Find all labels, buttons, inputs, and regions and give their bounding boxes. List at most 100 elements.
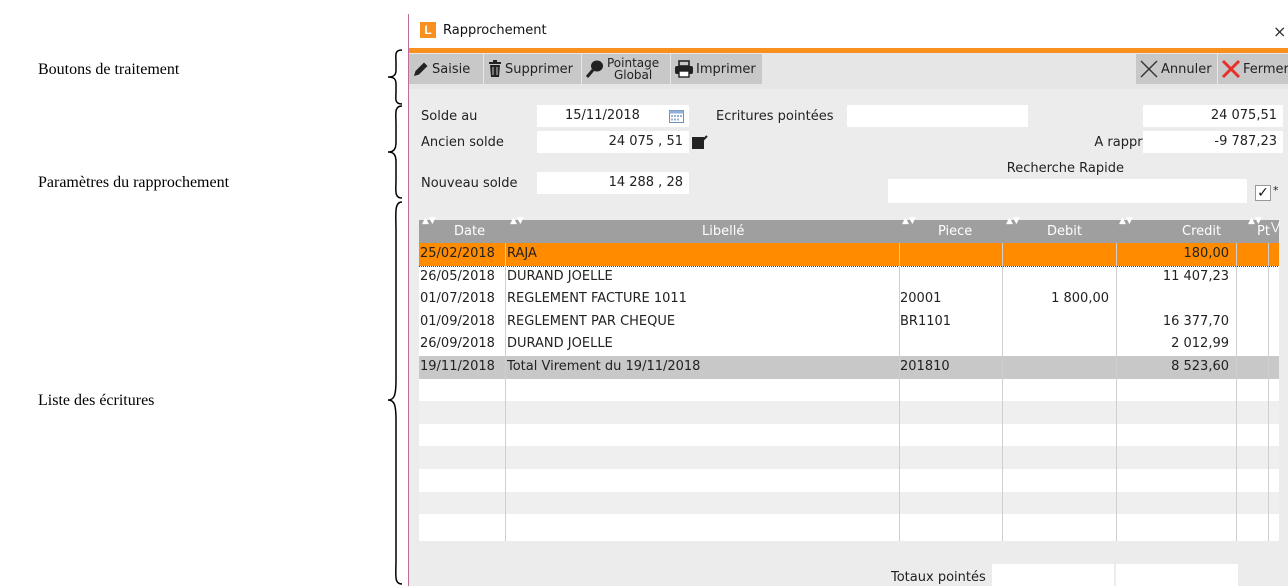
edit-icon[interactable]: [692, 135, 708, 149]
brace-list: [387, 201, 403, 585]
table-row[interactable]: [419, 378, 1279, 402]
table-row[interactable]: [419, 401, 1279, 424]
column-date[interactable]: Date: [454, 220, 485, 243]
close-red-x-icon: [1221, 59, 1241, 79]
title-bar: L Rapprochement ×: [409, 14, 1288, 48]
cell-libelle: RAJA: [507, 246, 537, 261]
sort-arrows-icon[interactable]: ▲▼: [1006, 216, 1020, 226]
fermer-button[interactable]: Fermer: [1218, 54, 1288, 84]
table-row[interactable]: 26/09/2018 DURAND JOELLE 2 012,99: [419, 333, 1279, 356]
table-row[interactable]: 19/11/2018 Total Virement du 19/11/2018 20…: [419, 356, 1279, 379]
table-row[interactable]: [419, 423, 1279, 447]
imprimer-label: Imprimer: [696, 61, 756, 77]
entries-grid: 19/11/2018 Total Virement du 19/11/2018 20…: [419, 243, 1279, 541]
cell-libelle: Total Virement du 19/11/2018: [507, 359, 701, 374]
cell-libelle: DURAND JOELLE: [507, 336, 613, 352]
printer-icon: [675, 60, 693, 78]
sort-arrows-icon[interactable]: ▲▼: [1119, 216, 1133, 226]
column-divider: [505, 243, 506, 541]
column-libelle[interactable]: Libellé: [702, 220, 744, 243]
window-title: Rapprochement: [443, 23, 547, 38]
cell-credit: 180,00: [1183, 246, 1230, 261]
sort-arrows-icon[interactable]: ▲▼: [510, 216, 524, 226]
pointage-line2: Global: [613, 68, 653, 82]
supprimer-label: Supprimer: [505, 61, 573, 77]
fermer-label: Fermer: [1243, 61, 1288, 77]
imprimer-button[interactable]: Imprimer: [671, 54, 762, 84]
column-piece[interactable]: Piece: [938, 220, 972, 243]
table-row[interactable]: [419, 469, 1279, 492]
checkbox-star: *: [1273, 184, 1279, 197]
calendar-icon[interactable]: [669, 109, 684, 123]
pencil-icon: [414, 62, 428, 76]
sort-arrows-icon[interactable]: ▲▼: [422, 216, 436, 226]
solde-field: 24 075,51: [1143, 105, 1283, 127]
cell-date: 26/05/2018: [420, 268, 495, 284]
table-row[interactable]: 01/09/2018 REGLEMENT PAR CHEQUE BR1101 16 3…: [419, 310, 1279, 334]
solde-au-label: Solde au: [421, 109, 478, 124]
saisie-button[interactable]: Saisie: [409, 54, 483, 84]
cell-piece: 201810: [900, 359, 950, 374]
trash-icon: [489, 60, 501, 77]
table-row[interactable]: 25/02/2018 RAJA 180,00: [419, 243, 1279, 267]
ancien-solde-field[interactable]: 24 075 , 51: [537, 131, 689, 153]
pointage-global-label: Pointage Global: [607, 57, 659, 81]
annuler-label: Annuler: [1161, 61, 1212, 77]
annotation-buttons: Boutons de traitement: [38, 61, 180, 78]
table-row[interactable]: 01/07/2018 REGLEMENT FACTURE 1011 20001 1 8…: [419, 288, 1279, 311]
cell-date: 25/02/2018: [420, 246, 495, 261]
column-debit[interactable]: Debit: [1047, 220, 1082, 243]
cell-credit: 2 012,99: [1171, 336, 1229, 352]
table-row[interactable]: [419, 514, 1279, 537]
column-divider: [899, 243, 900, 541]
expand-chevron-icon[interactable]: ⋁: [1271, 220, 1280, 233]
brace-buttons: [387, 49, 403, 105]
cell-libelle: REGLEMENT FACTURE 1011: [507, 291, 687, 307]
cell-piece: 20001: [900, 291, 942, 307]
cancel-x-icon: [1140, 60, 1158, 78]
column-pt[interactable]: Pt: [1257, 220, 1270, 243]
cell-debit: 1 800,00: [1051, 291, 1109, 307]
toolbar: Saisie Supprimer Pointage Global Imprime…: [409, 53, 1288, 89]
app-logo-icon: L: [420, 22, 436, 38]
rapprochement-window: L Rapprochement × Saisie Supprimer Point…: [408, 14, 1288, 586]
brace-parameters: [387, 105, 403, 199]
column-divider: [1236, 243, 1237, 541]
annotation-parameters: Paramètres du rapprochement: [38, 174, 230, 191]
nouveau-solde-label: Nouveau solde: [421, 176, 518, 191]
column-divider: [1002, 243, 1003, 541]
annotation-list: Liste des écritures: [38, 392, 155, 409]
table-row[interactable]: 26/05/2018 DURAND JOELLE 11 407,23: [419, 265, 1279, 289]
table-row[interactable]: [419, 446, 1279, 469]
solde-au-value: 15/11/2018: [565, 108, 640, 123]
pointage-global-button[interactable]: Pointage Global: [582, 54, 670, 84]
nouveau-solde-field[interactable]: 14 288 , 28: [537, 172, 689, 194]
column-credit[interactable]: Credit: [1182, 220, 1221, 243]
magnifier-icon: [585, 60, 603, 78]
recherche-checkbox[interactable]: ✓: [1255, 185, 1271, 201]
close-icon[interactable]: ×: [1273, 22, 1286, 41]
ancien-solde-label: Ancien solde: [421, 135, 504, 150]
cell-libelle: REGLEMENT PAR CHEQUE: [507, 313, 676, 329]
cell-libelle: DURAND JOELLE: [507, 268, 613, 284]
a-rapprocher-field: -9 787,23: [1143, 131, 1283, 153]
solde-au-date-field[interactable]: 15/11/2018: [537, 105, 689, 127]
column-divider: [1268, 243, 1269, 541]
cell-date: 19/11/2018: [420, 359, 495, 374]
totaux-credit-field: [1116, 564, 1238, 586]
cell-date: 26/09/2018: [420, 336, 495, 352]
saisie-label: Saisie: [432, 61, 471, 77]
recherche-rapide-label: Recherche Rapide: [1006, 161, 1124, 176]
cell-date: 01/09/2018: [420, 313, 495, 329]
cell-date: 01/07/2018: [420, 291, 495, 307]
annuler-button[interactable]: Annuler: [1136, 54, 1217, 84]
column-divider: [1116, 243, 1117, 541]
supprimer-button[interactable]: Supprimer: [484, 54, 581, 84]
grid-header: ▲▼ Date ▲▼ Libellé ▲▼ Piece ▲▼ Debit ▲▼ …: [419, 216, 1280, 243]
ecritures-pointees-label: Ecritures pointées: [716, 109, 834, 124]
cell-credit: 16 377,70: [1162, 313, 1229, 329]
ecritures-pointees-field[interactable]: [847, 105, 1028, 127]
sort-arrows-icon[interactable]: ▲▼: [902, 216, 916, 226]
table-row[interactable]: [419, 491, 1279, 515]
recherche-rapide-input[interactable]: [888, 179, 1247, 203]
